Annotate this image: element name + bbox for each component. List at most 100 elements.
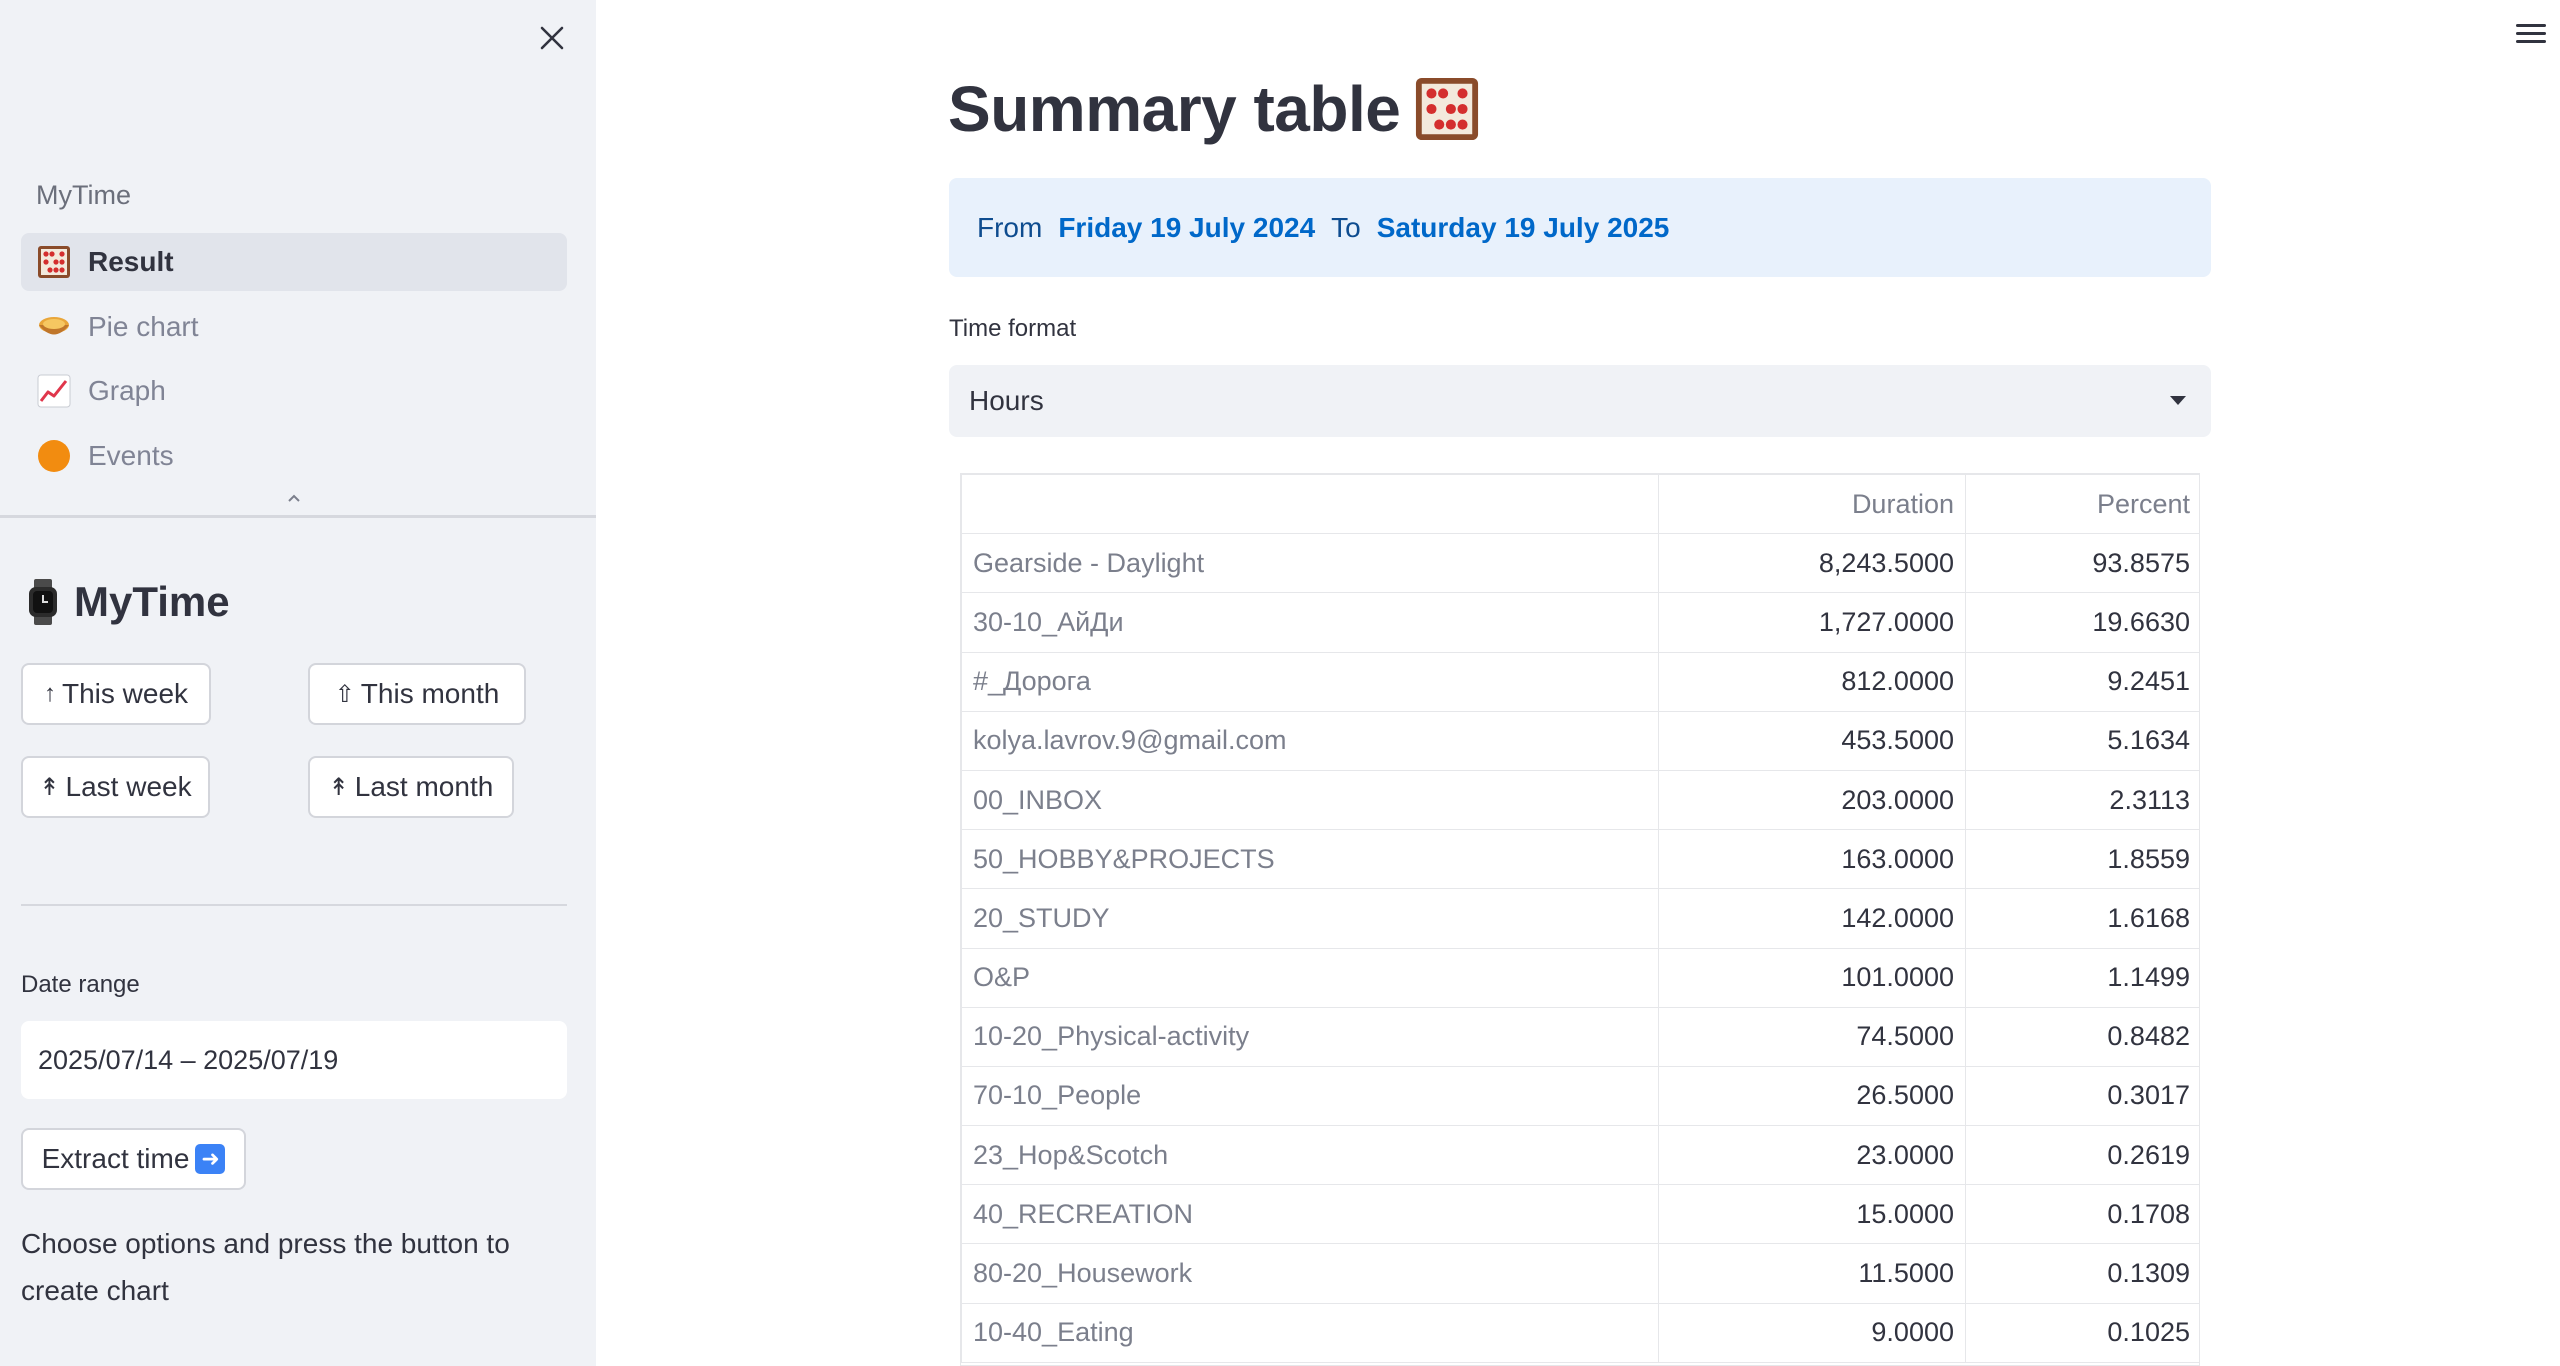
to-word: To xyxy=(1331,211,1361,243)
percent-cell[interactable]: 1.8559 xyxy=(1965,829,2199,890)
table-row: 50_HOBBY&PROJECTS 163.0000 1.8559 xyxy=(961,829,2199,890)
duration-cell[interactable]: 1,727.0000 xyxy=(1658,592,1966,653)
category-cell[interactable]: kolya.lavrov.9@gmail.com xyxy=(961,710,1659,771)
from-date: Friday 19 July 2024 xyxy=(1058,211,1316,243)
watch-icon xyxy=(24,578,62,626)
category-cell[interactable]: O&P xyxy=(961,947,1659,1008)
sidebar: MyTime Result Pie chart Graph Events MyT… xyxy=(0,0,596,1366)
duration-cell[interactable]: 101.0000 xyxy=(1658,947,1966,1008)
table-row: 80-20_Housework 11.5000 0.1309 xyxy=(961,1243,2199,1304)
percent-cell[interactable]: 9.2451 xyxy=(1965,651,2199,712)
column-header-duration[interactable]: Duration xyxy=(1658,474,1966,535)
percent-cell[interactable]: 0.1309 xyxy=(1965,1243,2199,1304)
hint-text: Choose options and press the button to c… xyxy=(21,1228,510,1306)
arrow-up-icon: ↑ xyxy=(43,680,56,707)
percent-cell[interactable]: 0.3017 xyxy=(1965,1065,2199,1127)
time-format-value: Hours xyxy=(969,385,1044,416)
nav-item-label: Graph xyxy=(88,375,166,406)
duration-cell[interactable]: 812.0000 xyxy=(1658,651,1966,712)
nav-item-events[interactable]: Events xyxy=(21,427,567,485)
double-arrow-up-icon: ↟ xyxy=(39,773,60,801)
category-cell[interactable]: 80-20_Housework xyxy=(961,1243,1659,1304)
table-row: #_Дорога 812.0000 9.2451 xyxy=(961,651,2199,712)
category-cell[interactable]: 70-10_People xyxy=(961,1065,1659,1127)
sidebar-title: MyTime xyxy=(24,578,230,626)
duration-cell[interactable]: 74.5000 xyxy=(1658,1006,1966,1067)
category-cell[interactable]: #_Дорога xyxy=(961,651,1659,712)
nav-divider xyxy=(0,515,596,518)
column-header-percent[interactable]: Percent xyxy=(1965,474,2199,535)
sidebar-divider xyxy=(21,904,567,906)
caret-down-icon xyxy=(2170,396,2186,405)
table-row: 10-20_Physical-activity 74.5000 0.8482 xyxy=(961,1006,2199,1067)
duration-cell[interactable]: 23.0000 xyxy=(1658,1125,1966,1186)
category-cell[interactable]: Gearside - Daylight xyxy=(961,533,1659,594)
category-cell[interactable]: 20_STUDY xyxy=(961,888,1659,949)
this-week-button[interactable]: ↑ This week xyxy=(21,663,211,725)
nav-heading: MyTime xyxy=(36,180,131,210)
hamburger-icon xyxy=(2516,23,2546,27)
duration-cell[interactable]: 8,243.5000 xyxy=(1658,533,1966,594)
percent-cell[interactable]: 0.2619 xyxy=(1965,1125,2199,1186)
percent-cell[interactable]: 0.8482 xyxy=(1965,1006,2199,1067)
duration-cell[interactable]: 163.0000 xyxy=(1658,829,1966,890)
abacus-icon xyxy=(1414,76,1480,142)
percent-cell[interactable]: 5.1634 xyxy=(1965,710,2199,771)
double-arrow-up-icon: ↟ xyxy=(328,773,349,801)
category-cell[interactable]: 40_RECREATION xyxy=(961,1184,1659,1245)
hamburger-icon xyxy=(2516,39,2546,43)
category-cell[interactable]: 50_HOBBY&PROJECTS xyxy=(961,829,1659,890)
percent-cell[interactable]: 1.1499 xyxy=(1965,947,2199,1008)
date-info-box: From Friday 19 July 2024 To Saturday 19 … xyxy=(949,178,2211,277)
nav-item-pie-chart[interactable]: Pie chart xyxy=(21,298,567,356)
percent-cell[interactable]: 2.3113 xyxy=(1965,769,2199,831)
pie-icon xyxy=(36,309,72,345)
duration-cell[interactable]: 142.0000 xyxy=(1658,888,1966,949)
nav-item-graph[interactable]: Graph xyxy=(21,362,567,420)
duration-cell[interactable]: 26.5000 xyxy=(1658,1065,1966,1127)
duration-cell[interactable]: 9.0000 xyxy=(1658,1302,1966,1363)
category-cell[interactable]: 23_Hop&Scotch xyxy=(961,1125,1659,1186)
table-row: 30-10_АйДи 1,727.0000 19.6630 xyxy=(961,592,2199,653)
nav-item-label: Events xyxy=(88,440,174,471)
duration-cell[interactable]: 11.5000 xyxy=(1658,1243,1966,1304)
extract-time-button[interactable]: Extract time ➜ xyxy=(21,1128,246,1190)
time-format-select[interactable]: Hours xyxy=(949,365,2211,437)
date-range-input[interactable]: 2025/07/14 – 2025/07/19 xyxy=(21,1021,567,1099)
time-format-label: Time format xyxy=(949,315,1077,342)
this-month-label: This month xyxy=(360,678,500,709)
category-cell[interactable]: 30-10_АйДи xyxy=(961,592,1659,653)
close-sidebar-button[interactable] xyxy=(530,16,574,60)
category-cell[interactable]: 10-40_Eating xyxy=(961,1302,1659,1363)
this-month-button[interactable]: ⇧ This month xyxy=(308,663,526,725)
duration-cell[interactable]: 15.0000 xyxy=(1658,1184,1966,1245)
duration-cell[interactable]: 453.5000 xyxy=(1658,710,1966,771)
category-cell[interactable]: 00_INBOX xyxy=(961,769,1659,831)
last-month-button[interactable]: ↟ Last month xyxy=(308,756,514,818)
category-cell[interactable]: 10-20_Physical-activity xyxy=(961,1006,1659,1067)
duration-cell[interactable]: 203.0000 xyxy=(1658,769,1966,831)
nav-item-result[interactable]: Result xyxy=(21,233,567,291)
hamburger-icon xyxy=(2516,31,2546,35)
last-month-label: Last month xyxy=(354,771,494,802)
main-menu-button[interactable] xyxy=(2516,18,2546,48)
percent-cell[interactable]: 1.6168 xyxy=(1965,888,2199,949)
nav-item-label: Result xyxy=(88,246,174,277)
percent-cell[interactable]: 0.1025 xyxy=(1965,1302,2199,1363)
orange-circle-icon xyxy=(36,438,72,474)
table-row: 23_Hop&Scotch 23.0000 0.2619 xyxy=(961,1125,2199,1186)
chart-increasing-icon xyxy=(36,373,72,409)
table-row: 00_INBOX 203.0000 2.3113 xyxy=(961,769,2199,831)
sidebar-title-text: MyTime xyxy=(74,578,230,625)
percent-cell[interactable]: 0.1708 xyxy=(1965,1184,2199,1245)
last-week-button[interactable]: ↟ Last week xyxy=(21,756,210,818)
table-header-row: Duration Percent xyxy=(961,474,2199,535)
close-icon xyxy=(540,26,564,50)
percent-cell[interactable]: 93.8575 xyxy=(1965,533,2199,594)
nav-collapse-button[interactable] xyxy=(282,488,306,508)
percent-cell[interactable]: 19.6630 xyxy=(1965,592,2199,653)
table-row: 40_RECREATION 15.0000 0.1708 xyxy=(961,1184,2199,1245)
page-title-text: Summary table xyxy=(948,73,1401,145)
column-header[interactable] xyxy=(961,474,1659,535)
this-week-label: This week xyxy=(61,678,189,709)
